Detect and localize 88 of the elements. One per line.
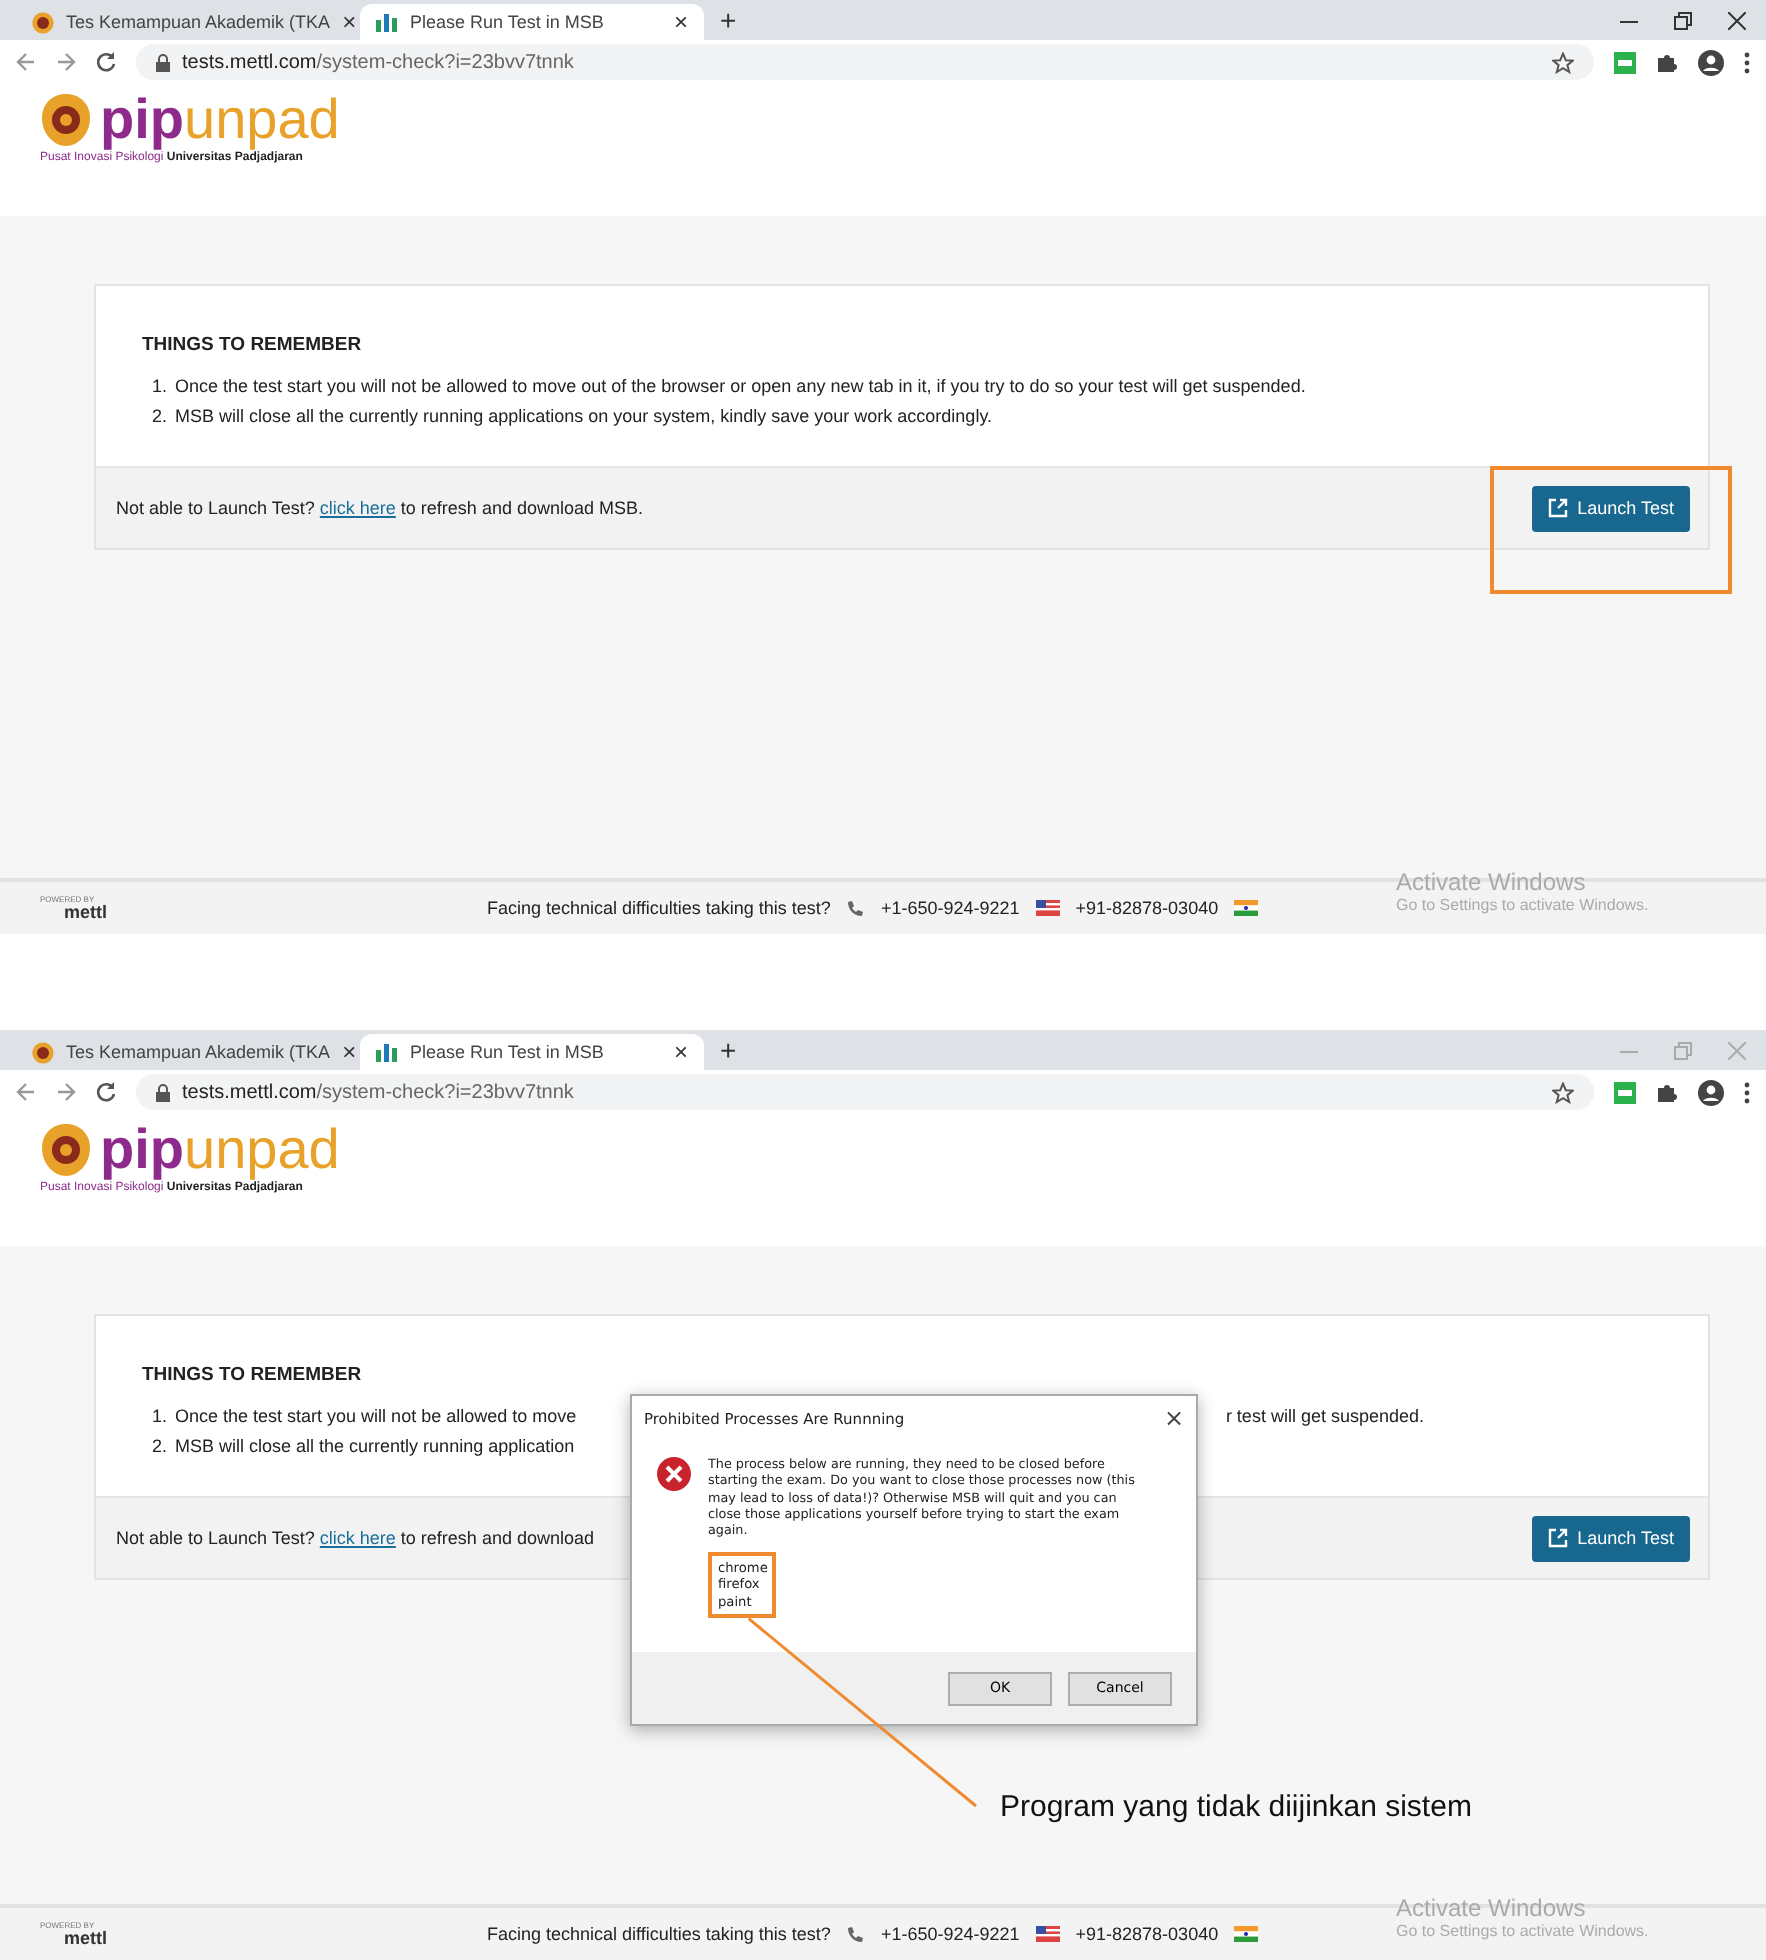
callout-caption: Program yang tidak diijinkan sistem — [1000, 1790, 1472, 1824]
extension-badge-icon[interactable] — [1614, 1081, 1636, 1103]
url-text: tests.mettl.com/system-check?i=23bvv7tnnk — [182, 51, 574, 73]
tab-title: Tes Kemampuan Akademik (TKA — [66, 1042, 331, 1062]
activation-title: Activate Windows — [1396, 1894, 1588, 1922]
phone-number: +91-82878-03040 — [1075, 1924, 1219, 1944]
logo-text: pip — [100, 88, 184, 151]
click-here-link[interactable]: click here — [319, 498, 396, 518]
back-arrow-icon[interactable] — [16, 52, 36, 72]
forward-arrow-icon[interactable] — [56, 1082, 76, 1102]
card-heading: THINGS TO REMEMBER — [142, 334, 364, 356]
more-menu-icon[interactable] — [1744, 1081, 1750, 1103]
list-number: 1. — [152, 376, 168, 396]
support-question: Facing technical difficulties taking this test? — [487, 1924, 831, 1944]
list-text: Once the test start you will not be allowed to move out of the browser or open any new tab in it, if you try to do so your test will get suspended. — [175, 376, 1306, 396]
lock-icon — [156, 53, 170, 71]
close-icon[interactable] — [1728, 11, 1746, 29]
external-link-icon — [1547, 1528, 1568, 1548]
help-text: Not able to Launch Test? click here to refresh and download — [116, 1528, 594, 1548]
browser-tab[interactable]: Tes Kemampuan Akademik (TKA × — [16, 1034, 360, 1070]
star-icon[interactable] — [1552, 51, 1574, 73]
bar-chart-icon — [376, 1043, 398, 1061]
phone-number: +1-650-924-9221 — [880, 898, 1020, 918]
tab-title: Please Run Test in MSB — [410, 12, 606, 32]
url-text: tests.mettl.com/system-check?i=23bvv7tnnk — [182, 1081, 574, 1103]
new-tab-button[interactable]: + — [704, 4, 753, 36]
restore-icon[interactable] — [1674, 11, 1692, 29]
list-text: Once the test start you will not be allowed to move — [175, 1406, 577, 1426]
flag-icon — [1234, 900, 1259, 916]
activation-hint: Go to Settings to activate Windows. — [1396, 1922, 1649, 1940]
flag-icon — [1234, 1926, 1259, 1942]
activation-hint: Go to Settings to activate Windows. — [1396, 896, 1649, 914]
extension-badge-icon[interactable] — [1614, 51, 1636, 73]
crest-icon — [40, 92, 92, 148]
list-text: MSB will close all the currently running application — [175, 1436, 575, 1456]
phone-number: +1-650-924-9221 — [880, 1924, 1020, 1944]
forward-arrow-icon[interactable] — [56, 52, 76, 72]
bar-chart-icon — [376, 13, 398, 31]
more-menu-icon[interactable] — [1744, 51, 1750, 73]
list-number: 1. — [152, 1406, 168, 1426]
close-button[interactable]: × — [1163, 1404, 1184, 1432]
close-button[interactable]: × — [342, 8, 357, 36]
phone-number: +91-82878-03040 — [1075, 898, 1219, 918]
logo-text: pip — [100, 1118, 184, 1181]
back-arrow-icon[interactable] — [16, 1082, 36, 1102]
profile-icon[interactable] — [1698, 1079, 1724, 1105]
logo-text: unpad — [184, 88, 340, 151]
crest-icon — [32, 11, 54, 33]
click-here-link[interactable]: click here — [319, 1528, 396, 1548]
lock-icon — [156, 1083, 170, 1101]
activation-title: Activate Windows — [1396, 868, 1588, 896]
browser-tab[interactable]: Tes Kemampuan Akademik (TKA × — [16, 4, 360, 40]
browser-tab[interactable]: Please Run Test in MSB × — [360, 1034, 704, 1070]
support-question: Facing technical difficulties taking this test? — [487, 898, 831, 918]
brand-text: mettl — [64, 903, 108, 921]
profile-icon[interactable] — [1698, 49, 1724, 75]
close-button[interactable]: × — [673, 8, 688, 36]
card-heading: THINGS TO REMEMBER — [142, 1364, 364, 1386]
list-number: 2. — [152, 406, 168, 426]
crest-icon — [40, 1122, 92, 1178]
list-text: MSB will close all the currently running applications on your system, kindly save your work accordingly. — [175, 406, 993, 426]
new-tab-button[interactable]: + — [704, 1034, 753, 1066]
flag-icon — [1035, 900, 1060, 916]
address-bar[interactable]: tests.mettl.com/system-check?i=23bvv7tnnk — [136, 44, 1594, 80]
reload-icon[interactable] — [96, 1082, 116, 1102]
tab-title: Tes Kemampuan Akademik (TKA — [66, 12, 331, 32]
star-icon[interactable] — [1552, 1081, 1574, 1103]
browser-tab[interactable]: Please Run Test in MSB × — [360, 4, 704, 40]
list-number: 2. — [152, 1436, 168, 1456]
phone-icon — [846, 899, 865, 917]
close-button[interactable]: × — [673, 1038, 688, 1066]
address-bar[interactable]: tests.mettl.com/system-check?i=23bvv7tnnk — [136, 1074, 1594, 1110]
close-button[interactable]: × — [342, 1038, 357, 1066]
brand-text: mettl — [64, 1929, 108, 1947]
tab-title: Please Run Test in MSB — [410, 1042, 606, 1062]
puzzle-icon[interactable] — [1656, 51, 1678, 73]
launch-test-button[interactable]: Launch Test — [1531, 1515, 1690, 1561]
list-text: r test will get suspended. — [1225, 1406, 1424, 1426]
launch-test-button[interactable]: Launch Test — [1531, 485, 1690, 531]
logo-text: unpad — [184, 1118, 340, 1181]
phone-icon — [846, 1925, 865, 1943]
external-link-icon — [1547, 498, 1568, 518]
puzzle-icon[interactable] — [1656, 1081, 1678, 1103]
flag-icon — [1035, 1926, 1060, 1942]
help-text: Not able to Launch Test? click here to refresh and download MSB. — [116, 498, 643, 518]
crest-icon — [32, 1041, 54, 1063]
reload-icon[interactable] — [96, 52, 116, 72]
error-icon — [656, 1456, 692, 1492]
